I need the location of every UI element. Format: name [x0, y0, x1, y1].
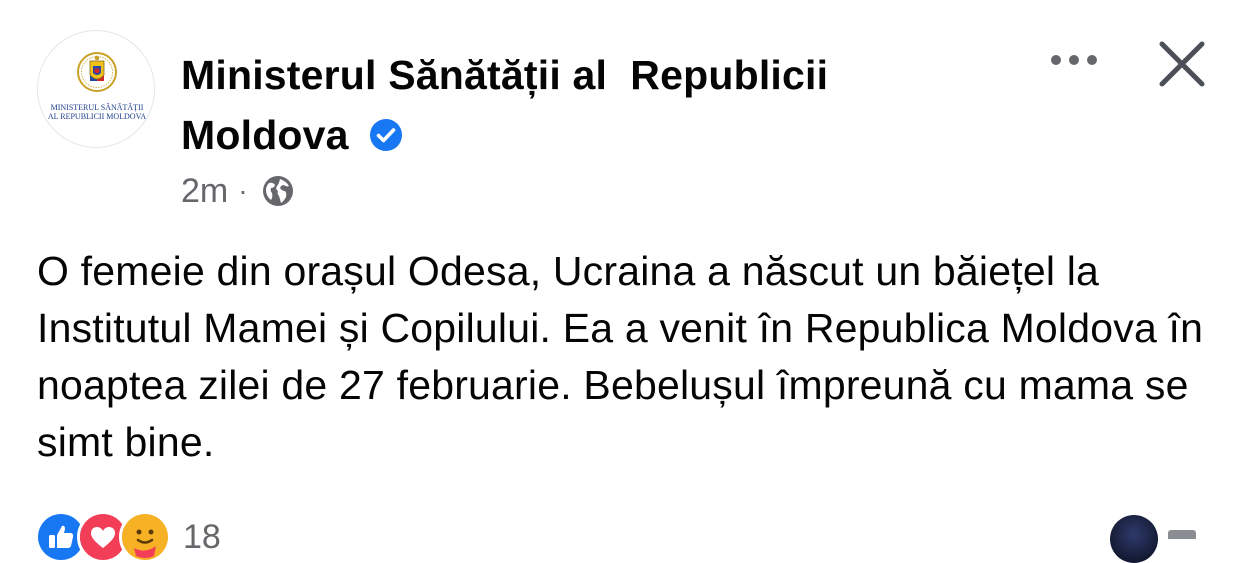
globe-icon[interactable] [260, 173, 296, 209]
viewer-avatar[interactable] [1110, 515, 1158, 563]
page-name[interactable]: Ministerul Sănătății al Republicii Moldo… [181, 45, 941, 165]
more-options-button[interactable] [1046, 42, 1102, 78]
reaction-count[interactable]: 18 [183, 518, 221, 557]
avatar-caption-line2: AL REPUBLICII MOLDOVA [48, 112, 146, 121]
page-name-text[interactable]: Ministerul Sănătății al Republicii Moldo… [181, 52, 840, 158]
close-icon [1159, 41, 1205, 87]
ministry-logo: MINISTERUL SĂNĂTĂȚII AL REPUBLICII MOLDO… [48, 52, 146, 121]
more-horizontal-icon [1051, 55, 1097, 65]
reactions-summary[interactable]: 18 [35, 511, 221, 563]
post-meta: 2m · [181, 168, 296, 214]
meta-separator: · [238, 175, 248, 206]
verified-badge-icon [370, 119, 403, 151]
care-icon [122, 514, 168, 560]
care-reaction [119, 511, 171, 563]
chevron-down-icon[interactable] [1168, 530, 1196, 539]
page-avatar[interactable]: MINISTERUL SĂNĂTĂȚII AL REPUBLICII MOLDO… [37, 30, 155, 148]
close-button[interactable] [1152, 34, 1212, 94]
post-timestamp[interactable]: 2m [181, 172, 228, 211]
post-text: O femeie din orașul Odesa, Ucraina a năs… [37, 248, 1204, 465]
